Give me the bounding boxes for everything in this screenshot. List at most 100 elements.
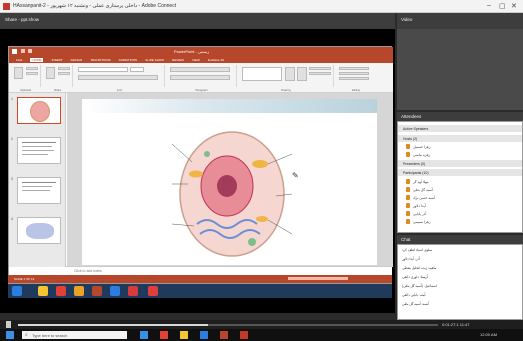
font-format-buttons[interactable] xyxy=(78,75,158,80)
list-item[interactable]: زهرا نسیمی xyxy=(398,218,522,225)
animal-cell-diagram xyxy=(172,131,292,257)
search-placeholder: Type here to search xyxy=(32,333,68,338)
copy-button[interactable] xyxy=(26,72,38,75)
notes-placeholder: Click to add notes xyxy=(74,269,102,273)
ribbon-group-drawing: Drawing xyxy=(239,65,334,92)
font-label: Font xyxy=(116,89,123,92)
ppt-title: PowerPoint - زیستی xyxy=(174,49,210,54)
new-slide-button[interactable] xyxy=(46,67,55,79)
list-item[interactable]: زهره نیاسی xyxy=(398,151,522,158)
avatar xyxy=(406,219,410,224)
attendees-header: Attendees xyxy=(397,112,523,121)
acrobat-icon xyxy=(128,286,138,296)
ribbon-group-font: Font xyxy=(75,65,165,92)
save-icon[interactable] xyxy=(21,49,25,53)
slides-label: Slides xyxy=(53,89,62,92)
tab-slide-show[interactable]: SLIDE SHOW xyxy=(145,58,164,62)
font-name-select[interactable] xyxy=(78,67,128,72)
windows-start-icon[interactable] xyxy=(6,331,14,339)
pause-button[interactable] xyxy=(6,321,11,328)
playback-track[interactable] xyxy=(18,324,438,326)
windows-start-icon xyxy=(12,286,22,296)
adobe-connect-icon[interactable] xyxy=(240,331,248,339)
list-item[interactable]: آیدا دلاور xyxy=(398,202,522,209)
cut-button[interactable] xyxy=(26,67,38,70)
playback-bar: 0:01:27:1 11:47 xyxy=(0,320,523,329)
shape-outline-button[interactable] xyxy=(309,72,331,75)
zoom-slider[interactable] xyxy=(288,277,348,280)
chrome-icon[interactable] xyxy=(160,331,168,339)
slide-thumbnail[interactable] xyxy=(17,137,61,164)
tab-file[interactable]: FILE xyxy=(16,58,22,62)
slide-status: SLIDE 1 OF 12 xyxy=(14,277,35,281)
slide-thumbnail[interactable] xyxy=(17,217,61,244)
clipboard-label: Clipboard xyxy=(19,89,32,92)
chat-pane: سلوی استاد لطف کرد آذر: آیدا دلاور ماهیه… xyxy=(397,244,523,320)
slide-number: 1 xyxy=(11,97,13,101)
explorer-icon[interactable] xyxy=(180,331,188,339)
tab-endnote[interactable]: EndNote X6 xyxy=(208,58,224,62)
editing-label: Editing xyxy=(352,89,360,92)
slide-thumbnail[interactable] xyxy=(17,177,61,204)
word-icon[interactable] xyxy=(200,331,208,339)
search-input[interactable]: ⌕ Type here to search xyxy=(22,331,127,339)
reset-button[interactable] xyxy=(58,72,70,75)
tab-insert[interactable]: INSERT xyxy=(52,58,63,62)
shape-fill-button[interactable] xyxy=(309,67,331,70)
tab-design[interactable]: DESIGN xyxy=(71,58,83,62)
slide-number: 2 xyxy=(11,137,13,141)
paragraph-label: Paragraph xyxy=(195,89,208,92)
undo-icon[interactable] xyxy=(28,49,32,53)
ribbon-group-paragraph: Paragraph xyxy=(167,65,237,92)
hosts-header[interactable]: Hosts (2) xyxy=(398,135,522,142)
task-view-icon[interactable] xyxy=(140,331,148,339)
select-button[interactable] xyxy=(339,77,369,80)
slide-header-band xyxy=(82,99,377,113)
slide[interactable]: ✎ xyxy=(82,99,377,265)
attendees-title: Attendees xyxy=(401,114,422,119)
paste-button[interactable] xyxy=(14,67,23,79)
word-icon xyxy=(110,286,120,296)
search-icon: ⌕ xyxy=(25,332,28,338)
quick-styles-button[interactable] xyxy=(297,67,307,81)
find-button[interactable] xyxy=(339,67,369,70)
tab-view[interactable]: VIEW xyxy=(192,58,200,62)
thumb-image xyxy=(26,223,54,239)
layout-button[interactable] xyxy=(58,67,70,70)
minimize-icon[interactable]: – xyxy=(487,2,491,9)
list-item[interactable]: آذر بابایی xyxy=(398,210,522,217)
tab-home[interactable]: HOME xyxy=(30,58,44,62)
maximize-icon[interactable]: ▢ xyxy=(499,2,506,10)
notes-pane[interactable]: Click to add notes xyxy=(66,266,392,275)
close-icon[interactable]: ✕ xyxy=(511,2,517,10)
video-pod-header: Video xyxy=(397,13,523,29)
tab-transitions[interactable]: TRANSITIONS xyxy=(90,58,110,62)
chat-message: آذر: آیدا دلاور xyxy=(402,257,420,261)
avatar xyxy=(406,187,410,192)
list-item[interactable]: آنسه حسن نژاد xyxy=(398,194,522,201)
playback-time: 0:01:27:1 11:47 xyxy=(442,322,470,327)
list-item[interactable]: مهلا آوه گر xyxy=(398,178,522,185)
slide-thumbnail[interactable] xyxy=(17,97,61,124)
list-item[interactable]: زهرا حسنیل xyxy=(398,143,522,150)
replace-button[interactable] xyxy=(339,72,369,75)
font-size-select[interactable] xyxy=(130,67,144,72)
tab-review[interactable]: REVIEW xyxy=(172,58,184,62)
tab-animations[interactable]: ANIMATIONS xyxy=(119,58,137,62)
slide-thumbnails: 1 2 3 4 xyxy=(9,93,66,267)
ppt-logo-icon xyxy=(12,49,17,54)
quick-access-toolbar: PowerPoint - زیستی xyxy=(9,47,393,56)
arrange-button[interactable] xyxy=(285,67,295,81)
list-buttons[interactable] xyxy=(170,67,230,72)
participants-header[interactable]: Participants (10) xyxy=(398,169,522,176)
ribbon: Clipboard Slides Font Paragraph Drawing xyxy=(9,63,393,93)
shapes-gallery[interactable] xyxy=(242,67,282,81)
powerpoint-icon[interactable] xyxy=(220,331,228,339)
avatar xyxy=(406,144,410,149)
presenters-header[interactable]: Presenters (0) xyxy=(398,160,522,167)
shared-taskbar xyxy=(8,284,392,298)
list-item[interactable]: آسیه گل بطی xyxy=(398,186,522,193)
slide-number: 4 xyxy=(11,217,13,221)
align-buttons[interactable] xyxy=(170,75,230,80)
active-speakers-row: Active Speakers xyxy=(398,125,522,132)
